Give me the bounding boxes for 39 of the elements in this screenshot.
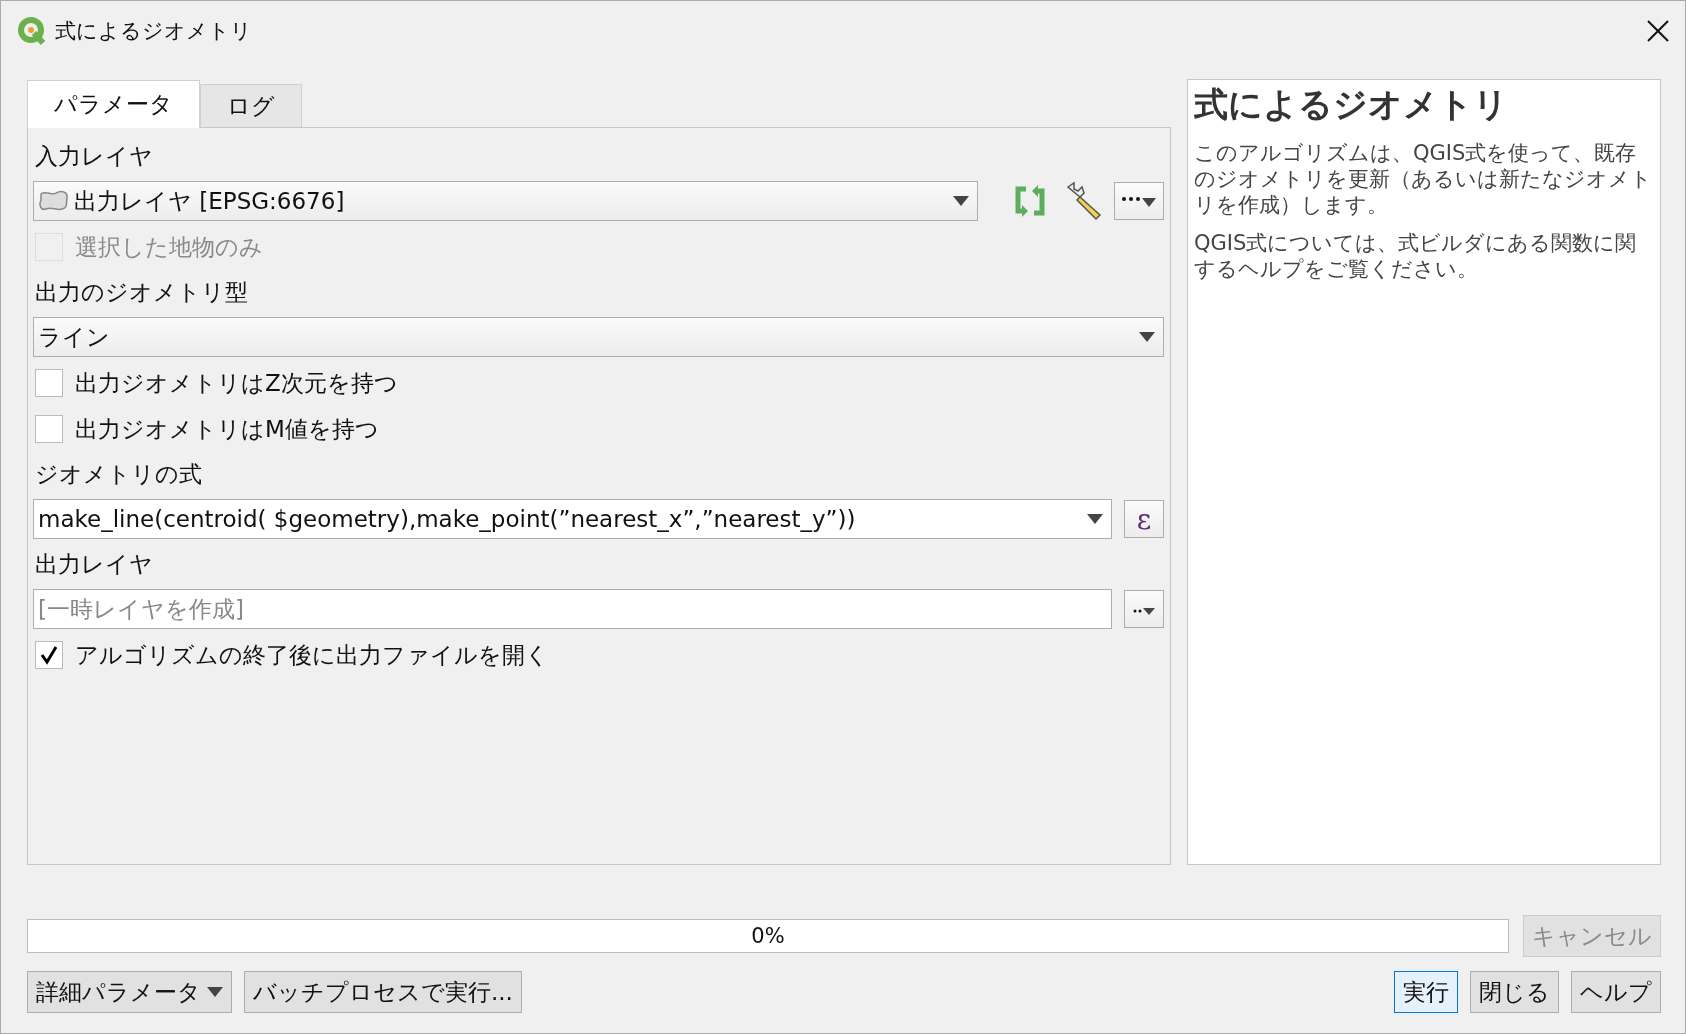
window-title: 式によるジオメトリ [55,18,253,45]
checkbox-label: 出力ジオメトリはZ次元を持つ [75,368,398,398]
caret-icon [953,196,969,206]
tab[interactable]: ログ [200,84,302,127]
geometry-type-dropdown[interactable]: ライン [33,317,1164,357]
field-label: ジオメトリの式 [34,459,203,489]
tab[interactable]: パラメータ [27,80,200,128]
caret-icon [1087,514,1103,524]
checkbox[interactable] [35,641,63,669]
caret-icon [207,987,223,997]
batch-button[interactable]: バッチプロセスで実行... [244,971,522,1013]
close-icon[interactable] [1647,20,1669,42]
checkbox[interactable] [35,415,63,443]
expression-button[interactable]: ε [1124,500,1164,538]
caret-icon [1139,332,1155,342]
checkbox-label: 選択した地物のみ [75,232,263,262]
help-text: QGIS式については、式ビルダにある関数に関するヘルプをご覧ください。 [1194,230,1638,282]
help-text: このアルゴリズムは、QGIS式を使って、既存のジオメトリを更新（あるいは新たなジオメトリを作成）します。 [1194,140,1653,218]
field-label: 出力のジオメトリ型 [34,277,249,307]
dialog-button[interactable]: 実行 [1394,971,1458,1013]
dialog-button[interactable]: 閉じる [1470,971,1559,1013]
advanced-dropdown-button[interactable]: 詳細パラメータ [27,971,232,1013]
field-label: 入力レイヤ [34,141,154,171]
help-title: 式によるジオメトリ [1194,83,1509,126]
polygon-layer-icon [38,190,70,212]
layer-dropdown[interactable]: 出力レイヤ [EPSG:6676] [33,181,978,221]
app-logo-icon [17,16,47,46]
progress-text: 0% [751,924,785,948]
checkbox[interactable] [35,369,63,397]
checkbox-label: アルゴリズムの終了後に出力ファイルを開く [75,640,549,670]
dots-caret-icon [1120,194,1158,208]
browse-button[interactable] [1124,590,1164,628]
field-label: 出力レイヤ [34,549,154,579]
dialog-button[interactable]: ヘルプ [1571,971,1661,1013]
output-layer-field[interactable]: [一時レイヤを作成] [33,589,1112,629]
checkbox-label: 出力ジオメトリはM値を持つ [75,414,379,444]
expression-field[interactable]: make_line(centroid( $geometry),make_point(”nearest_x”,”nearest_y”)) [33,499,1112,539]
checkmark-icon [39,645,59,665]
options-button[interactable] [1114,182,1164,220]
